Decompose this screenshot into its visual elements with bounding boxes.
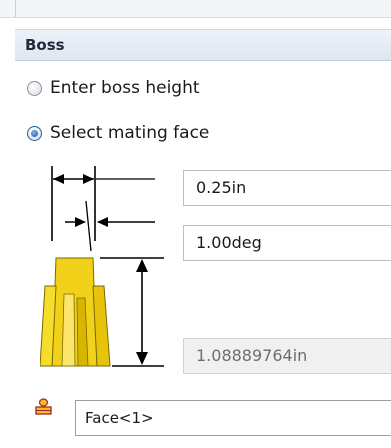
thickness-field[interactable]: 0.25in bbox=[183, 170, 391, 206]
radio-label: Enter boss height bbox=[50, 78, 200, 98]
radio-button[interactable] bbox=[27, 80, 42, 96]
radio-enter-boss-height[interactable]: Enter boss height bbox=[27, 77, 200, 99]
top-strip bbox=[0, 0, 391, 18]
divider bbox=[15, 0, 16, 17]
radio-label: Select mating face bbox=[50, 123, 210, 143]
face-selection-icon bbox=[35, 398, 52, 415]
boss-group-header[interactable]: Boss bbox=[15, 29, 391, 61]
draft-angle-field[interactable]: 1.00deg bbox=[183, 225, 391, 261]
face-selection-box[interactable]: Face<1> bbox=[75, 400, 391, 436]
boss-diagram-icon bbox=[40, 166, 164, 367]
group-title: Boss bbox=[25, 36, 65, 54]
radio-select-mating-face[interactable]: Select mating face bbox=[27, 122, 209, 144]
height-field: 1.08889764in bbox=[183, 338, 391, 374]
radio-button-selected[interactable] bbox=[27, 125, 42, 141]
